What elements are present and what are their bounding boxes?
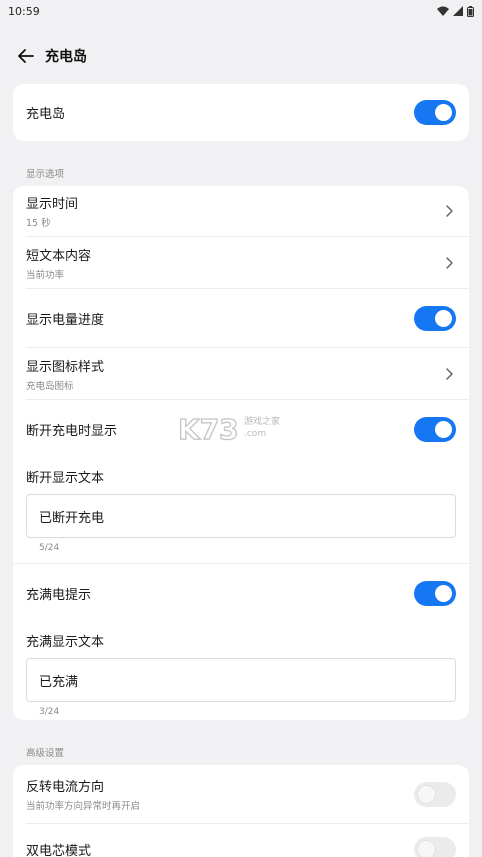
advanced-section-label: 高级设置 [26,748,65,759]
disconnect-text-counter: 5/24 [39,543,60,553]
disconnect-text-input[interactable]: 已断开充电 [26,494,456,538]
show-on-disconnect-row[interactable]: 断开充电时显示 [13,400,469,458]
disconnect-text-label: 断开显示文本 [26,471,105,486]
battery-icon [467,5,474,17]
disconnect-text-value: 已断开充电 [39,510,105,526]
main-toggle-row[interactable]: 充电岛 [13,84,469,141]
status-icons [437,5,474,17]
chevron-right-icon [446,256,453,269]
main-toggle-label: 充电岛 [26,107,66,122]
icon-style-title: 显示图标样式 [26,359,105,375]
show-battery-progress-row[interactable]: 显示电量进度 [13,289,469,347]
dual-cell-row[interactable]: 双电芯模式 [13,824,469,857]
short-text-title: 短文本内容 [26,248,92,264]
dual-cell-switch[interactable] [414,837,456,857]
page-title: 充电岛 [45,49,87,65]
show-time-value: 15 秒 [26,218,51,229]
chevron-right-icon [446,205,453,217]
display-options-card: 显示时间 15 秒 短文本内容 当前功率 显示电量进度 显示图标样式 充电岛图标… [13,186,469,720]
show-battery-progress-switch[interactable] [414,305,456,331]
wifi-icon [437,6,449,16]
status-time: 10:59 [8,4,40,18]
show-on-disconnect-switch[interactable] [414,416,456,442]
main-toggle-switch[interactable] [414,100,456,125]
back-button[interactable] [13,43,39,69]
short-text-value: 当前功率 [26,269,65,281]
dual-cell-title: 双电芯模式 [26,844,92,857]
short-text-row[interactable]: 短文本内容 当前功率 [13,237,469,288]
show-on-disconnect-title: 断开充电时显示 [26,423,118,439]
chevron-right-icon [446,367,453,380]
full-text-counter: 3/24 [39,707,60,717]
show-battery-progress-title: 显示电量进度 [26,312,105,328]
signal-icon [453,6,463,16]
full-text-label: 充满显示文本 [26,635,105,650]
icon-style-row[interactable]: 显示图标样式 充电岛图标 [13,348,469,399]
display-section-label: 显示选项 [26,169,65,180]
full-text-input[interactable]: 已充满 [26,658,456,702]
full-charge-hint-switch[interactable] [414,580,456,606]
reverse-current-title: 反转电流方向 [26,780,105,795]
full-charge-hint-row[interactable]: 充满电提示 [13,564,469,622]
status-bar: 10:59 [0,0,482,22]
back-arrow-icon [18,49,34,63]
reverse-current-row[interactable]: 反转电流方向 当前功率方向异常时再开启 [13,765,469,823]
show-time-title: 显示时间 [26,197,79,212]
main-toggle-card: 充电岛 [13,84,469,141]
full-text-value: 已充满 [39,674,79,690]
reverse-current-subtitle: 当前功率方向异常时再开启 [26,801,141,812]
show-time-row[interactable]: 显示时间 15 秒 [13,186,469,236]
reverse-current-switch[interactable] [414,781,456,807]
top-bar: 充电岛 [0,40,482,72]
advanced-settings-card: 反转电流方向 当前功率方向异常时再开启 双电芯模式 [13,765,469,857]
icon-style-value: 充电岛图标 [26,380,74,392]
full-charge-hint-title: 充满电提示 [26,587,92,603]
